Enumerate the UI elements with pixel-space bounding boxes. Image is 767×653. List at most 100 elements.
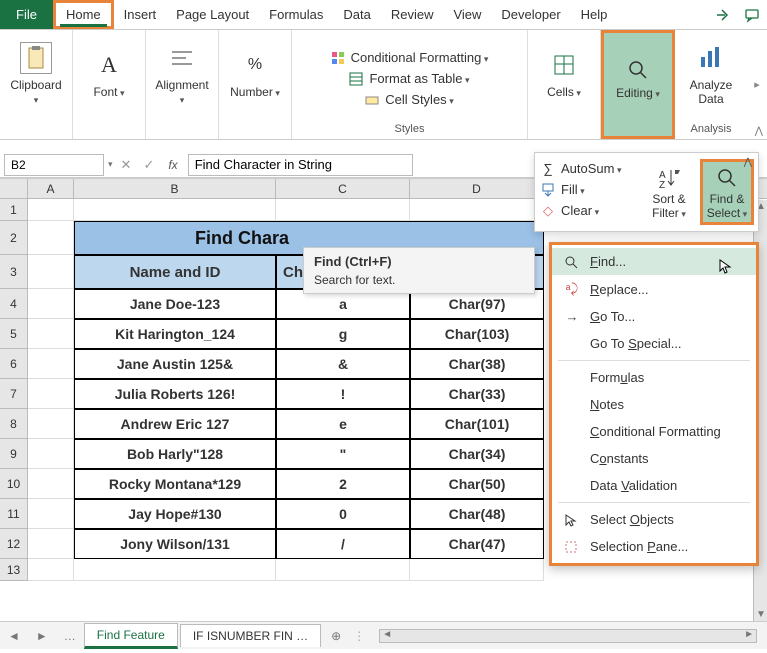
alignment-button[interactable]: Alignment — [152, 34, 212, 114]
table-cell[interactable]: 0 — [276, 499, 410, 529]
table-cell[interactable]: / — [276, 529, 410, 559]
name-box-dropdown-icon[interactable]: ▾ — [108, 159, 113, 170]
table-cell[interactable]: Jane Austin 125& — [74, 349, 276, 379]
table-cell[interactable]: g — [276, 319, 410, 349]
name-box[interactable] — [4, 154, 104, 176]
cell[interactable] — [28, 319, 74, 349]
sheet-nav-prev[interactable]: ◄ — [0, 629, 28, 643]
cell[interactable] — [276, 199, 410, 221]
tab-file[interactable]: File — [0, 0, 53, 29]
cell[interactable] — [410, 199, 544, 221]
col-header-d[interactable]: D — [410, 179, 544, 198]
table-cell[interactable]: Char(50) — [410, 469, 544, 499]
menu-replace[interactable]: ᵃ⤸ Replace... — [552, 275, 756, 303]
cell[interactable] — [28, 221, 74, 255]
tab-view[interactable]: View — [443, 0, 491, 29]
sheet-tab-other[interactable]: IF ISNUMBER FIN … — [180, 624, 321, 647]
clear-button[interactable]: ◇ Clear — [541, 203, 636, 218]
menu-selection-pane[interactable]: Selection Pane... — [552, 533, 756, 560]
conditional-formatting-button[interactable]: Conditional Formatting — [331, 50, 489, 65]
table-cell[interactable]: Jane Doe-123 — [74, 289, 276, 319]
table-cell[interactable]: Char(47) — [410, 529, 544, 559]
cell[interactable] — [28, 439, 74, 469]
comments-icon[interactable] — [737, 0, 767, 29]
cell[interactable] — [28, 199, 74, 221]
formula-input[interactable] — [188, 154, 413, 176]
row-header[interactable]: 4 — [0, 289, 28, 319]
table-cell[interactable]: Char(48) — [410, 499, 544, 529]
cell[interactable] — [28, 255, 74, 289]
table-cell[interactable]: & — [276, 349, 410, 379]
tab-developer[interactable]: Developer — [491, 0, 570, 29]
menu-constants[interactable]: Constants — [552, 445, 756, 472]
cell[interactable] — [28, 349, 74, 379]
table-cell[interactable]: Rocky Montana*129 — [74, 469, 276, 499]
table-header-cell[interactable]: Name and ID — [74, 255, 276, 289]
col-header-c[interactable]: C — [276, 179, 410, 198]
number-button[interactable]: % Number — [225, 34, 285, 114]
menu-select-objects[interactable]: Select Objects — [552, 506, 756, 533]
menu-formulas[interactable]: Formulas — [552, 364, 756, 391]
enter-icon[interactable]: ✓ — [139, 157, 158, 173]
row-header[interactable]: 3 — [0, 255, 28, 289]
analyze-data-button[interactable]: Analyze Data — [681, 34, 741, 114]
tab-review[interactable]: Review — [381, 0, 444, 29]
cell[interactable] — [276, 559, 410, 581]
row-header[interactable]: 5 — [0, 319, 28, 349]
menu-goto-special[interactable]: Go To Special... — [552, 330, 756, 357]
cell[interactable] — [410, 559, 544, 581]
sheet-tab-active[interactable]: Find Feature — [84, 623, 178, 649]
sheet-nav-more[interactable]: … — [56, 629, 84, 643]
table-cell[interactable]: Char(103) — [410, 319, 544, 349]
table-cell[interactable]: 2 — [276, 469, 410, 499]
sheet-add-button[interactable]: ⊕ — [323, 629, 349, 643]
clipboard-button[interactable]: Clipboard — [6, 34, 66, 114]
table-cell[interactable]: Char(33) — [410, 379, 544, 409]
row-header[interactable]: 12 — [0, 529, 28, 559]
table-cell[interactable]: Char(34) — [410, 439, 544, 469]
menu-data-validation[interactable]: Data Validation — [552, 472, 756, 499]
cell[interactable] — [28, 529, 74, 559]
share-icon[interactable] — [707, 0, 737, 29]
cell[interactable] — [28, 289, 74, 319]
table-cell[interactable]: Andrew Eric 127 — [74, 409, 276, 439]
row-header[interactable]: 2 — [0, 221, 28, 255]
cell[interactable] — [74, 559, 276, 581]
row-header[interactable]: 13 — [0, 559, 28, 581]
tab-home[interactable]: Home — [53, 0, 114, 29]
table-cell[interactable]: ! — [276, 379, 410, 409]
row-header[interactable]: 9 — [0, 439, 28, 469]
ribbon-collapse-icon[interactable]: ⋀ — [755, 126, 763, 137]
table-cell[interactable]: Kit Harington_124 — [74, 319, 276, 349]
tab-page-layout[interactable]: Page Layout — [166, 0, 259, 29]
cell[interactable] — [28, 559, 74, 581]
col-header-b[interactable]: B — [74, 179, 276, 198]
table-cell[interactable]: Char(38) — [410, 349, 544, 379]
row-header[interactable]: 1 — [0, 199, 28, 221]
menu-goto[interactable]: → Go To... — [552, 303, 756, 330]
tab-insert[interactable]: Insert — [114, 0, 167, 29]
row-header[interactable]: 8 — [0, 409, 28, 439]
font-button[interactable]: A Font — [79, 34, 139, 114]
panel-collapse-icon[interactable]: ⋀ — [744, 157, 752, 168]
table-cell[interactable]: Bob Harly"128 — [74, 439, 276, 469]
editing-button[interactable]: Editing — [610, 37, 666, 117]
col-header-a[interactable]: A — [28, 179, 74, 198]
sort-filter-button[interactable]: AZ Sort & Filter — [642, 159, 696, 225]
fx-icon[interactable]: fx — [162, 158, 183, 172]
ribbon-overflow-right[interactable]: ▸ — [747, 30, 767, 139]
autosum-button[interactable]: ∑ AutoSum — [541, 161, 636, 176]
select-all-corner[interactable] — [0, 179, 28, 198]
cell[interactable] — [28, 409, 74, 439]
menu-find[interactable]: Find... — [552, 248, 756, 275]
menu-conditional-formatting[interactable]: Conditional Formatting — [552, 418, 756, 445]
cell[interactable] — [28, 379, 74, 409]
table-cell[interactable]: Julia Roberts 126! — [74, 379, 276, 409]
row-header[interactable]: 10 — [0, 469, 28, 499]
cell[interactable] — [74, 199, 276, 221]
table-cell[interactable]: Jony Wilson/131 — [74, 529, 276, 559]
sheet-nav-next[interactable]: ► — [28, 629, 56, 643]
group-editing[interactable]: Editing — [601, 30, 675, 139]
cells-button[interactable]: Cells — [534, 34, 594, 114]
cell[interactable] — [28, 499, 74, 529]
